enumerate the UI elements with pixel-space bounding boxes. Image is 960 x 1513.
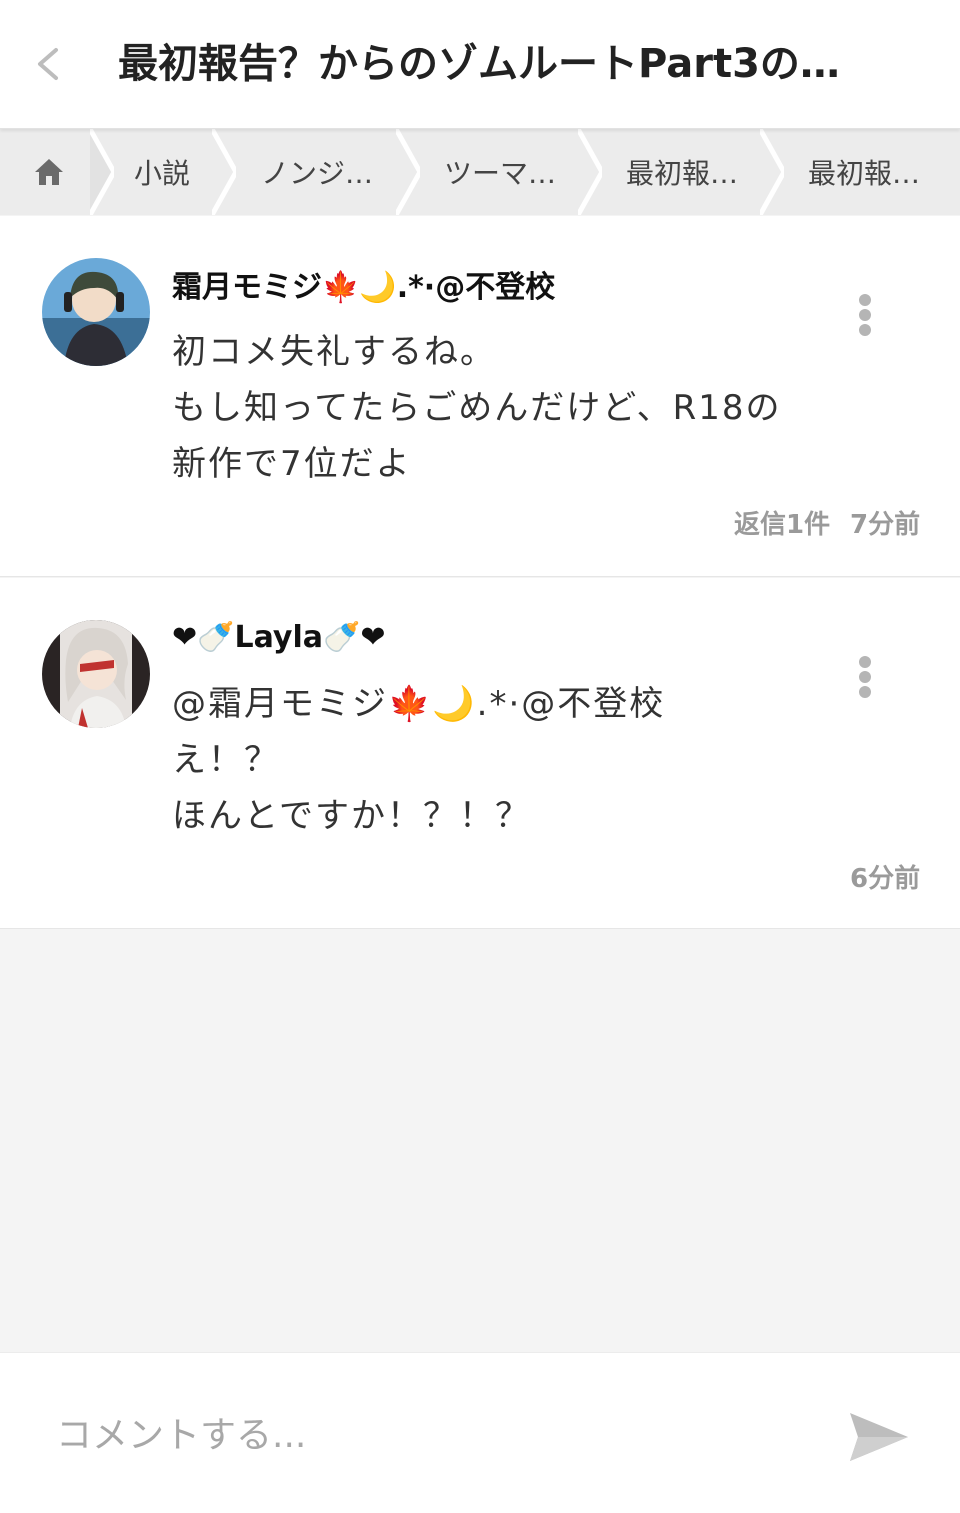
comment-timestamp: 6分前 — [850, 864, 921, 894]
comment-text-line: え！？ — [172, 740, 280, 780]
breadcrumb-separator — [396, 129, 420, 215]
send-button[interactable] — [846, 1409, 912, 1465]
breadcrumb: 小説 ノンジ… ツーマ… 最初報… 最初報… — [0, 129, 960, 215]
comment-author[interactable]: ❤🍼Layla🍼❤ — [172, 620, 386, 655]
comment-text-line: ほんとですか！？！？ — [172, 796, 531, 836]
user-avatar-image — [42, 620, 150, 728]
more-options-button[interactable] — [850, 288, 880, 342]
comment-text-line: 新作で7位だよ — [172, 444, 412, 484]
home-icon — [35, 159, 63, 185]
chevron-left-icon — [38, 48, 58, 80]
breadcrumb-separator — [212, 129, 236, 215]
comment-item: 霜月モミジ🍁🌙.*·@不登校 初コメ失礼するね。 もし知ってたらごめんだけど、R… — [0, 216, 960, 577]
breadcrumb-item-tsuma[interactable]: ツーマ… — [420, 129, 580, 215]
comment-text-line: もし知ってたらごめんだけど、R18の — [172, 388, 782, 428]
breadcrumb-separator — [578, 129, 602, 215]
breadcrumb-item-nonji[interactable]: ノンジ… — [236, 129, 398, 215]
comment-item: ❤🍼Layla🍼❤ @霜月モミジ🍁🌙.*·@不登校 え！？ ほんとですか！？！？… — [0, 578, 960, 929]
comment-author[interactable]: 霜月モミジ🍁🌙.*·@不登校 — [172, 262, 555, 306]
user-avatar-image — [42, 258, 150, 366]
comment-compose-bar — [0, 1352, 960, 1513]
back-button[interactable] — [28, 40, 68, 88]
breadcrumb-item-novel[interactable]: 小説 — [112, 129, 212, 215]
breadcrumb-separator — [90, 129, 114, 215]
comment-input[interactable] — [54, 1399, 818, 1471]
breadcrumb-item-report-1[interactable]: 最初報… — [602, 129, 762, 215]
top-bar: 最初報告？からのゾムルートPart3の… — [0, 0, 960, 129]
avatar[interactable] — [42, 620, 150, 728]
breadcrumb-item-report-2[interactable]: 最初報… — [784, 129, 944, 215]
breadcrumb-separator — [760, 129, 784, 215]
more-options-button[interactable] — [850, 650, 880, 704]
avatar[interactable] — [42, 258, 150, 366]
comment-timestamp: 7分前 — [850, 510, 921, 540]
page-title: 最初報告？からのゾムルートPart3の… — [118, 41, 840, 87]
breadcrumb-home[interactable] — [0, 129, 98, 215]
comment-text-line: 初コメ失礼するね。 — [172, 332, 496, 372]
comment-mention-line: @霜月モミジ🍁🌙.*·@不登校 — [172, 684, 666, 724]
reply-count-link[interactable]: 返信1件 — [734, 504, 830, 541]
send-icon — [850, 1413, 908, 1461]
